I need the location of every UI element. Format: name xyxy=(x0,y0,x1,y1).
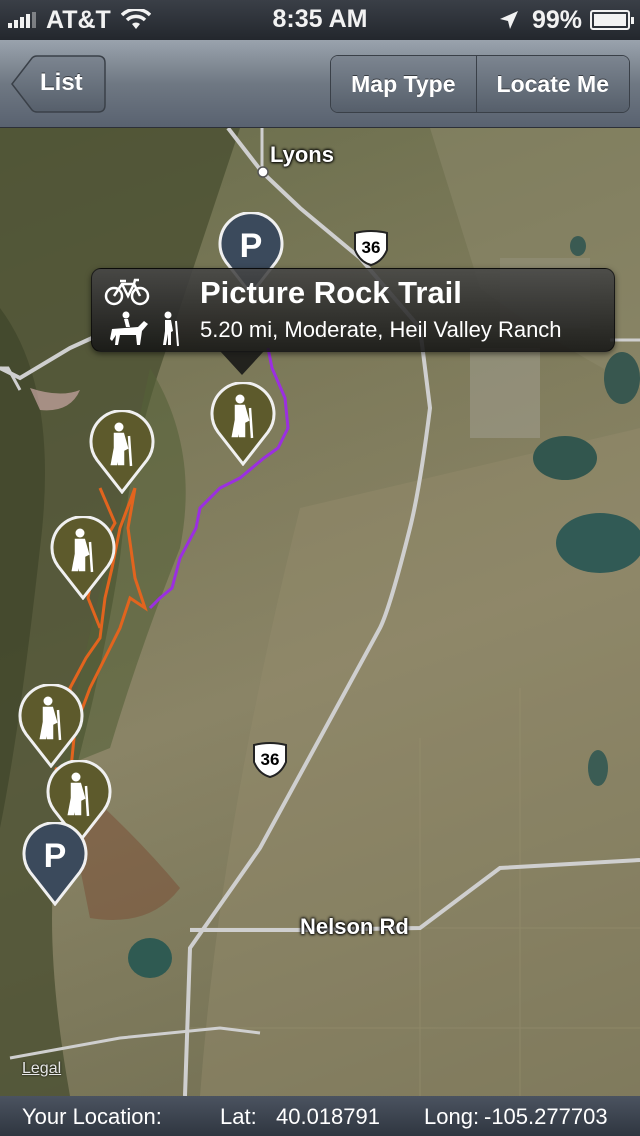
callout-subtitle: 5.20 mi, Moderate, Heil Valley Ranch xyxy=(200,317,562,342)
hiker-icon xyxy=(163,311,179,347)
highway-shield-36-south: 36 xyxy=(251,742,289,778)
parking-letter: P xyxy=(240,227,263,265)
legal-link[interactable]: Legal xyxy=(22,1060,61,1078)
location-bar: Your Location: Lat: 40.018791 Long: -105… xyxy=(0,1096,640,1136)
parking-pin[interactable]: P xyxy=(22,822,88,906)
parking-letter: P xyxy=(44,837,67,875)
hiker-pin-icon xyxy=(210,382,276,466)
status-bar: AT&T 8:35 AM 99% xyxy=(0,0,640,40)
trailhead-pin-hiker[interactable] xyxy=(89,410,155,494)
battery-icon xyxy=(590,10,634,30)
trailhead-pin-hiker[interactable] xyxy=(210,382,276,466)
map-type-button[interactable]: Map Type xyxy=(331,56,476,112)
road-label-nelson: Nelson Rd xyxy=(300,914,409,939)
horse-rider-icon xyxy=(110,311,148,345)
hiker-pin-icon xyxy=(89,410,155,494)
locate-me-button[interactable]: Locate Me xyxy=(475,56,629,112)
longitude-value: -105.277703 xyxy=(484,1104,608,1129)
list-back-button[interactable]: List xyxy=(10,55,106,113)
highway-number: 36 xyxy=(260,750,280,769)
location-label: Your Location: xyxy=(22,1104,162,1129)
battery-fill xyxy=(594,14,626,26)
callout-pointer xyxy=(220,351,264,375)
parking-pin-icon: P xyxy=(22,822,88,906)
highway-shield-36-north: 36 xyxy=(352,230,390,266)
map-view[interactable]: Lyons Nelson Rd 36 36 P P Picture Rock T… xyxy=(0,128,640,1096)
navigation-bar: List Map Type Locate Me xyxy=(0,40,640,128)
hiker-pin-icon xyxy=(18,684,84,768)
hiker-pin-icon xyxy=(50,516,116,600)
map-controls-segment: Map Type Locate Me xyxy=(330,55,630,113)
latitude-value: 40.018791 xyxy=(276,1104,380,1129)
bicycle-icon xyxy=(104,278,150,306)
back-button-label: List xyxy=(40,69,83,96)
battery-percent: 99% xyxy=(531,5,582,34)
town-label-lyons: Lyons xyxy=(270,142,334,167)
trailhead-pin-hiker[interactable] xyxy=(18,684,84,768)
trail-callout[interactable]: Picture Rock Trail 5.20 mi, Moderate, He… xyxy=(91,268,615,375)
callout-title: Picture Rock Trail xyxy=(200,275,462,310)
longitude-label: Long: xyxy=(424,1104,480,1129)
latitude-label: Lat: xyxy=(220,1104,257,1129)
status-right: 99% xyxy=(498,0,634,40)
trailhead-pin-hiker[interactable] xyxy=(50,516,116,600)
highway-number: 36 xyxy=(361,238,381,257)
location-arrow-icon xyxy=(499,11,518,29)
